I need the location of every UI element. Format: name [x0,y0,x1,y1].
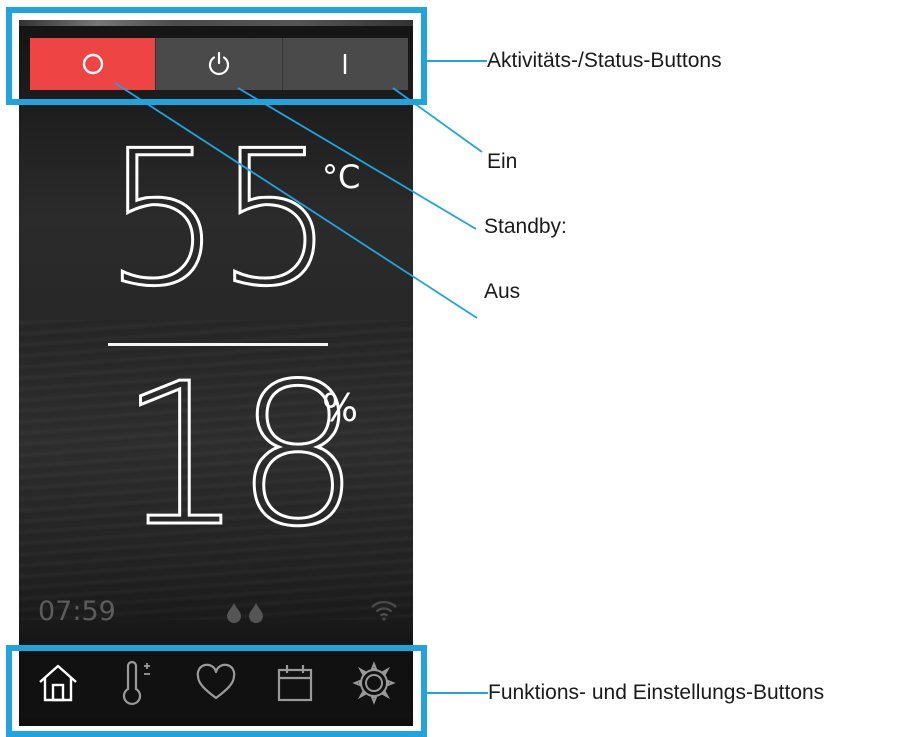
clock: 07:59 [38,596,116,627]
wifi-icon [371,600,397,621]
status-buttons-callout: Aktivitäts-/Status-Buttons [487,49,722,72]
function-buttons-highlight-frame [6,645,427,737]
off-callout: Aus [484,280,521,303]
temperature-value: 55 [103,110,337,327]
temperature-unit: °C [322,158,361,196]
sauna-control-screen: 55 °C 18 % 07:59 [19,20,413,726]
function-buttons-callout: Funktions- und Einstellungs-Buttons [488,681,825,704]
humidity-unit: % [322,386,359,430]
water-drops-icon [227,603,263,623]
humidity-value: 18 [117,342,361,570]
on-callout: Ein [487,150,518,173]
standby-callout: Standby: [484,215,567,238]
status-buttons-highlight-frame [6,7,427,105]
